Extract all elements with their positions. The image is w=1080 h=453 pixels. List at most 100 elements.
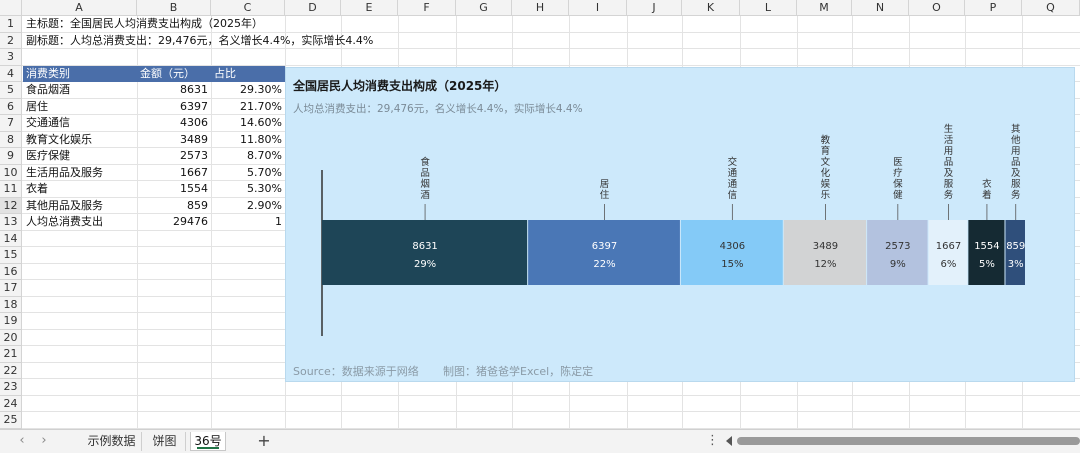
row-header-24[interactable]: 24 [0,395,22,412]
cell-category[interactable]: 其他用品及服务 [23,198,103,214]
row-header-3[interactable]: 3 [0,49,22,66]
column-header-g[interactable]: G [456,0,512,16]
cell-category[interactable]: 衣着 [23,181,48,197]
column-header-m[interactable]: M [797,0,852,16]
row-header-14[interactable]: 14 [0,230,22,247]
cell-share[interactable]: 29.30% [211,82,285,98]
row-header-18[interactable]: 18 [0,296,22,313]
cell-amount[interactable]: 6397 [137,99,211,115]
header-share[interactable]: 占比 [211,66,236,82]
tab-36[interactable]: 36号 [190,432,226,451]
row-header-9[interactable]: 9 [0,148,22,165]
bar-segment[interactable] [322,220,528,285]
row-header-2[interactable]: 2 [0,32,22,49]
row-header-13[interactable]: 13 [0,214,22,231]
cell-share[interactable]: 21.70% [211,99,285,115]
cell-share[interactable]: 5.30% [211,181,285,197]
column-header-e[interactable]: E [341,0,398,16]
cell-category[interactable]: 生活用品及服务 [23,165,103,181]
bar-segment[interactable] [928,220,968,285]
row-header-4[interactable]: 4 [0,65,22,82]
cell-category[interactable]: 交通通信 [23,115,70,131]
bar-value-label: 8631 [412,241,437,252]
spreadsheet-grid[interactable]: ABCDEFGHIJKLMNOPQ 1 2 3 4 5 6 7 8 9 10 11 12 13 14 15 1… [0,0,1080,429]
add-sheet-button[interactable]: + [255,432,273,451]
chart-subtitle: 人均总消费支出：29,476元，名义增长4.4%，实际增长4.4% [293,102,583,115]
column-header-c[interactable]: C [211,0,285,16]
row-header-12[interactable]: 12 [0,197,22,214]
column-header-b[interactable]: B [137,0,211,16]
cell-a2[interactable]: 副标题：人均总消费支出：29,476元，名义增长4.4%，实际增长4.4% [23,33,373,49]
cell-share[interactable]: 11.80% [211,132,285,148]
row-header-19[interactable]: 19 [0,313,22,330]
row-header-6[interactable]: 6 [0,98,22,115]
chart-source: Source：数据来源于网络 [293,364,419,378]
row-header-11[interactable]: 11 [0,181,22,198]
row-header-21[interactable]: 21 [0,346,22,363]
row-header-15[interactable]: 15 [0,247,22,264]
horizontal-scrollbar[interactable] [737,437,1080,445]
cell-category[interactable]: 人均总消费支出 [23,214,103,230]
cell-amount[interactable]: 2573 [137,148,211,164]
column-header-d[interactable]: D [285,0,341,16]
bar-segment[interactable] [783,220,867,285]
cell-category[interactable]: 食品烟酒 [23,82,70,98]
row-header-5[interactable]: 5 [0,82,22,99]
column-header-f[interactable]: F [398,0,456,16]
header-category[interactable]: 消费类别 [23,66,70,82]
bar-segment[interactable] [867,220,928,285]
row-header-8[interactable]: 8 [0,131,22,148]
cell-amount[interactable]: 4306 [137,115,211,131]
scroll-left-icon[interactable] [726,436,732,446]
row-header-17[interactable]: 17 [0,280,22,297]
row-header-10[interactable]: 10 [0,164,22,181]
cell-category[interactable]: 医疗保健 [23,148,70,164]
cell-category[interactable]: 居住 [23,99,48,115]
column-header-l[interactable]: L [740,0,797,16]
header-amount[interactable]: 金额（元） [137,66,195,82]
bar-segment[interactable] [528,220,680,285]
cell-a1[interactable]: 主标题：全国居民人均消费支出构成（2025年） [23,16,263,32]
next-sheet-icon[interactable]: › [36,433,52,449]
bar-value-label: 3489 [813,241,838,252]
cell-amount[interactable]: 8631 [137,82,211,98]
row-header-20[interactable]: 20 [0,329,22,346]
cell-amount[interactable]: 3489 [137,132,211,148]
column-header-p[interactable]: P [965,0,1022,16]
column-header-i[interactable]: I [569,0,627,16]
cell-share[interactable]: 5.70% [211,165,285,181]
bar-value-label: 1554 [974,241,999,252]
select-all-corner[interactable] [0,0,22,16]
tab-pie[interactable]: 饼图 [144,432,186,451]
cell-amount[interactable]: 29476 [137,214,211,230]
column-header-n[interactable]: N [852,0,909,16]
cell-amount[interactable]: 1554 [137,181,211,197]
cell-amount[interactable]: 859 [137,198,211,214]
category-label: 教育文化娱乐 [821,134,831,201]
row-header-23[interactable]: 23 [0,379,22,396]
cell-share[interactable]: 8.70% [211,148,285,164]
row-header-25[interactable]: 25 [0,412,22,429]
cell-share[interactable]: 14.60% [211,115,285,131]
row-header-16[interactable]: 16 [0,263,22,280]
more-options-icon[interactable]: ⋮ [706,434,719,450]
cell-category[interactable]: 教育文化娱乐 [23,132,92,148]
bar-segment[interactable] [680,220,783,285]
column-header-h[interactable]: H [512,0,569,16]
bar-segment[interactable] [968,220,1005,285]
column-header-k[interactable]: K [682,0,740,16]
row-header-1[interactable]: 1 [0,16,22,33]
prev-sheet-icon[interactable]: ‹ [14,433,30,449]
row-header-22[interactable]: 22 [0,362,22,379]
cell-amount[interactable]: 1667 [137,165,211,181]
tab-example-data[interactable]: 示例数据 [82,432,142,451]
cell-share[interactable]: 1 [211,214,285,230]
column-header-a[interactable]: A [22,0,137,16]
row-header-7[interactable]: 7 [0,115,22,132]
column-header-q[interactable]: Q [1022,0,1080,16]
stacked-bar-chart[interactable]: 全国居民人均消费支出构成（2025年） 人均总消费支出：29,476元，名义增长4… [285,67,1075,382]
cell-share[interactable]: 2.90% [211,198,285,214]
bar-segment[interactable] [1005,220,1025,285]
column-header-j[interactable]: J [627,0,682,16]
column-header-o[interactable]: O [909,0,965,16]
